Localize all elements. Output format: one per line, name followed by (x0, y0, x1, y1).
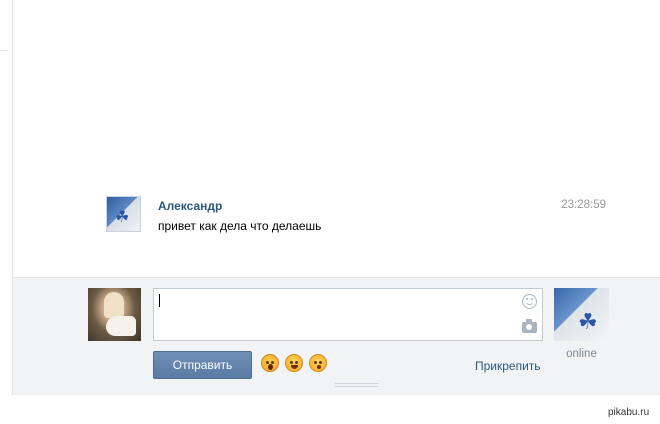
my-avatar[interactable] (88, 288, 141, 341)
attach-link[interactable]: Прикрепить (475, 359, 541, 373)
message-text: привет как дела что делаешь (158, 219, 322, 233)
scared-face-emoji-icon[interactable] (261, 354, 279, 372)
adidas-logo-icon: ☘ (578, 310, 598, 335)
send-button[interactable]: Отправить (153, 351, 252, 379)
peer-avatar[interactable]: ☘ (554, 288, 609, 341)
kissing-face-emoji-icon[interactable] (309, 354, 327, 372)
message-input[interactable] (153, 288, 543, 341)
message-author[interactable]: Александр (158, 199, 222, 213)
site-watermark: pikabu.ru (608, 407, 650, 418)
smile-icon[interactable] (522, 294, 537, 309)
message-timestamp: 23:28:59 (561, 199, 606, 211)
resize-handle[interactable] (335, 383, 379, 387)
camera-icon[interactable] (522, 319, 537, 333)
online-status: online (566, 348, 597, 360)
avatar-photo-detail (104, 292, 124, 318)
text-caret (159, 294, 160, 307)
divider (0, 50, 8, 51)
blushing-smile-emoji-icon[interactable] (285, 354, 303, 372)
sender-avatar[interactable]: ☘ (106, 196, 141, 232)
adidas-logo-icon: ☘ (115, 207, 130, 226)
message-item: ☘ Александр 23:28:59 привет как дела что… (106, 195, 616, 237)
avatar-photo-detail (106, 316, 136, 336)
message-composer: ☘ online Отправить Прикрепить (13, 277, 660, 395)
